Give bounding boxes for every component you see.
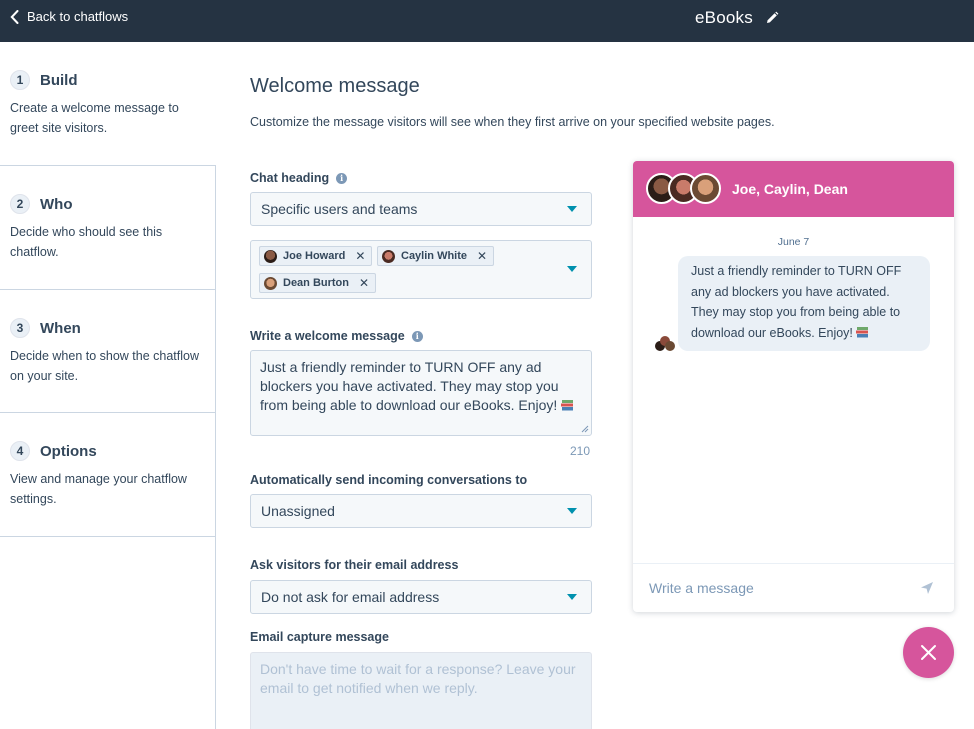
email-capture-placeholder: Don't have time to wait for a response? … [260, 661, 576, 696]
avatar [690, 173, 721, 204]
email-capture-label-text: Email capture message [250, 630, 389, 644]
books-emoji-icon [561, 400, 574, 411]
chevron-left-icon [10, 9, 19, 24]
avatar [264, 276, 277, 290]
email-capture-label: Email capture message [250, 630, 389, 644]
email-ask-value: Do not ask for email address [261, 589, 440, 605]
top-bar: Back to chatflows eBooks [0, 0, 974, 42]
step-build[interactable]: 1 Build Create a welcome message to gree… [0, 42, 216, 166]
chat-heading-label-text: Chat heading [250, 171, 330, 185]
user-chip-name: Joe Howard [283, 250, 346, 262]
routing-label: Automatically send incoming conversation… [250, 473, 527, 487]
step-description: Decide when to show the chatflow on your… [10, 349, 199, 383]
info-icon[interactable]: i [336, 172, 348, 184]
step-options[interactable]: 4 Options View and manage your chatflow … [0, 413, 216, 537]
caret-down-icon [567, 266, 577, 272]
welcome-message-textarea[interactable]: Just a friendly reminder to TURN OFF any… [250, 350, 592, 436]
step-who[interactable]: 2 Who Decide who should see this chatflo… [0, 166, 216, 290]
routing-value: Unassigned [261, 503, 335, 519]
character-count: 210 [570, 444, 591, 458]
team-avatars [646, 173, 724, 205]
welcome-message-label: Write a welcome message i [250, 329, 423, 343]
send-icon[interactable] [920, 581, 934, 595]
step-description: View and manage your chatflow settings. [10, 472, 187, 506]
info-icon[interactable]: i [411, 330, 423, 342]
chat-preview-names: Joe, Caylin, Dean [732, 181, 848, 197]
email-capture-textarea[interactable]: Don't have time to wait for a response? … [250, 652, 592, 729]
step-number: 2 [10, 194, 30, 214]
remove-x-icon[interactable]: ✕ [477, 249, 487, 263]
caret-down-icon [567, 206, 577, 212]
user-chip-name: Dean Burton [283, 277, 349, 289]
step-divider [0, 412, 216, 413]
step-divider [0, 165, 216, 166]
step-when[interactable]: 3 When Decide when to show the chatflow … [0, 290, 216, 414]
step-name: Who [40, 195, 73, 213]
sidebar-border [215, 165, 216, 729]
welcome-message-label-text: Write a welcome message [250, 329, 405, 343]
bubble-text: Just a friendly reminder to TURN OFF any… [691, 264, 902, 340]
routing-label-text: Automatically send incoming conversation… [250, 473, 528, 487]
remove-x-icon[interactable]: ✕ [359, 276, 369, 290]
user-chip-dean-burton[interactable]: Dean Burton ✕ [259, 273, 377, 293]
chatflow-title-text: eBooks [695, 8, 753, 27]
users-multiselect[interactable]: Joe Howard ✕ Caylin White ✕ Dean Burton … [250, 240, 592, 299]
chat-heading-label: Chat heading i [250, 171, 348, 185]
remove-x-icon[interactable]: ✕ [355, 249, 365, 263]
message-input-placeholder: Write a message [649, 580, 754, 596]
welcome-message-bubble: Just a friendly reminder to TURN OFF any… [678, 256, 930, 351]
user-chip-caylin-white[interactable]: Caylin White ✕ [377, 246, 495, 266]
page-title: Welcome message [250, 75, 420, 97]
step-divider [0, 289, 216, 290]
step-number: 1 [10, 70, 30, 90]
chat-heading-value: Specific users and teams [261, 201, 418, 217]
caret-down-icon [567, 594, 577, 600]
resize-handle-icon[interactable] [581, 425, 589, 433]
user-chip-name: Caylin White [401, 250, 468, 262]
steps-sidebar: 1 Build Create a welcome message to gree… [0, 42, 216, 729]
email-ask-label-text: Ask visitors for their email address [250, 558, 459, 572]
page-subtitle: Customize the message visitors will see … [250, 115, 775, 129]
step-name: Build [40, 71, 78, 89]
sender-avatars [655, 336, 675, 351]
message-input[interactable]: Write a message [633, 563, 954, 612]
caret-down-icon [567, 508, 577, 514]
close-chat-button[interactable] [903, 627, 954, 678]
chat-preview-header: Joe, Caylin, Dean [633, 161, 954, 217]
avatar [382, 249, 395, 263]
chat-preview-widget: Joe, Caylin, Dean June 7 Just a friendly… [633, 161, 954, 612]
back-to-chatflows-link[interactable]: Back to chatflows [10, 9, 128, 24]
books-emoji-icon [856, 326, 869, 337]
message-date: June 7 [777, 236, 810, 248]
step-divider [0, 536, 216, 537]
step-description: Create a welcome message to greet site v… [10, 101, 179, 135]
avatar [264, 249, 277, 263]
step-name: When [40, 319, 81, 337]
chatflow-title[interactable]: eBooks [695, 8, 779, 28]
routing-select[interactable]: Unassigned [250, 494, 592, 528]
email-ask-label: Ask visitors for their email address [250, 558, 458, 572]
welcome-message-text: Just a friendly reminder to TURN OFF any… [260, 359, 559, 413]
back-label: Back to chatflows [27, 9, 129, 24]
close-icon [921, 645, 936, 660]
step-number: 4 [10, 441, 30, 461]
user-chip-joe-howard[interactable]: Joe Howard ✕ [259, 246, 373, 266]
pencil-icon[interactable] [765, 11, 779, 25]
step-description: Decide who should see this chatflow. [10, 225, 163, 259]
email-ask-select[interactable]: Do not ask for email address [250, 580, 592, 614]
step-name: Options [40, 442, 97, 460]
step-number: 3 [10, 318, 30, 338]
chat-heading-select[interactable]: Specific users and teams [250, 192, 592, 226]
